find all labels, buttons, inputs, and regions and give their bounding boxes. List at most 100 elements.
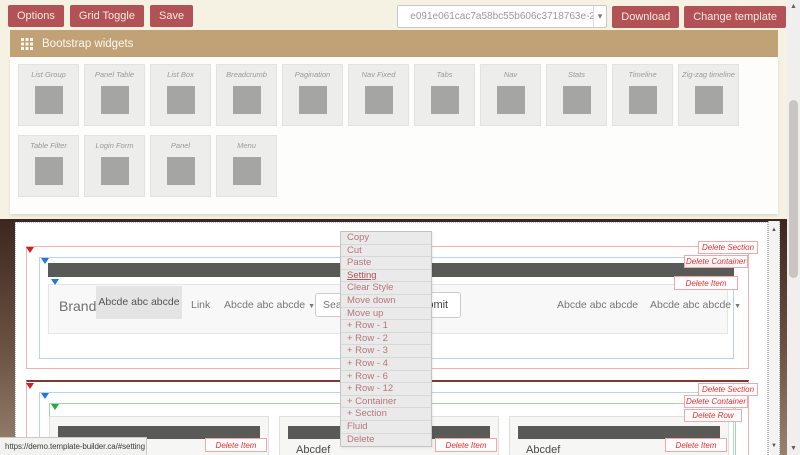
- widgets-list: List Group Panel Table List Box Breadcrumb P…: [10, 57, 778, 214]
- menu-item-paste[interactable]: Paste: [341, 257, 431, 270]
- status-url: https://demo.template-builder.ca/#settin…: [5, 442, 145, 451]
- menu-item-container[interactable]: + Container: [341, 396, 431, 409]
- menu-item-setting[interactable]: Setting: [341, 270, 431, 283]
- column-text: Abcdef: [526, 444, 560, 455]
- delete-container-button[interactable]: Delete Container: [684, 395, 748, 408]
- delete-item-button[interactable]: Delete Item: [674, 276, 738, 290]
- scrollbar-thumb[interactable]: [789, 100, 798, 278]
- menu-item-copy[interactable]: Copy: [341, 232, 431, 245]
- menu-item-row-12[interactable]: + Row - 12: [341, 383, 431, 396]
- scroll-up-icon[interactable]: ▲: [787, 0, 800, 13]
- widget-thumbnail: [233, 157, 261, 185]
- column-text: Abcdef: [296, 444, 330, 455]
- widget-thumbnail: [101, 157, 129, 185]
- widget-label: Breadcrumb: [226, 70, 267, 79]
- widget-label: Panel: [171, 141, 190, 150]
- widget-card-panel[interactable]: Panel: [150, 135, 211, 197]
- menu-item-row-2[interactable]: + Row - 2: [341, 333, 431, 346]
- widget-label: Pagination: [295, 70, 330, 79]
- widget-thumbnail: [35, 157, 63, 185]
- menu-item-clear-style[interactable]: Clear Style: [341, 282, 431, 295]
- widget-card-table-filter[interactable]: Table Filter: [18, 135, 79, 197]
- widget-card-breadcrumb[interactable]: Breadcrumb: [216, 64, 277, 126]
- navbar-dropdown-1[interactable]: Abcde abc abcde▼: [224, 299, 315, 311]
- browser-scrollbar[interactable]: ▲ ▼: [787, 0, 800, 455]
- delete-section-button[interactable]: Delete Section: [698, 241, 758, 254]
- menu-item-move-down[interactable]: Move down: [341, 295, 431, 308]
- widget-card-login-form[interactable]: Login Form: [84, 135, 145, 197]
- container-handle-icon[interactable]: [41, 258, 49, 264]
- menu-item-move-up[interactable]: Move up: [341, 308, 431, 321]
- widget-label: Nav: [504, 70, 517, 79]
- row-handle-icon[interactable]: [51, 404, 59, 410]
- toolbar-left: Options Grid Toggle Save: [8, 5, 193, 27]
- options-button[interactable]: Options: [8, 5, 64, 27]
- menu-item-row-1[interactable]: + Row - 1: [341, 320, 431, 333]
- widget-card-list-box[interactable]: List Box: [150, 64, 211, 126]
- grid-toggle-button[interactable]: Grid Toggle: [70, 5, 144, 27]
- widget-thumbnail: [497, 86, 525, 114]
- widget-label: List Group: [31, 70, 66, 79]
- navbar-item-active[interactable]: Abcde abc abcde: [96, 286, 182, 319]
- delete-item-button[interactable]: Delete Item: [665, 438, 727, 452]
- caret-down-icon: ▼: [734, 303, 741, 310]
- delete-item-button[interactable]: Delete Item: [435, 438, 497, 452]
- context-menu: CopyCutPasteSettingClear StyleMove downM…: [340, 231, 432, 447]
- download-button[interactable]: Download: [612, 6, 679, 28]
- widgets-panel-title: Bootstrap widgets: [42, 38, 133, 50]
- widget-card-pagination[interactable]: Pagination: [282, 64, 343, 126]
- menu-item-section[interactable]: + Section: [341, 408, 431, 421]
- menu-item-row-6[interactable]: + Row - 6: [341, 371, 431, 384]
- widget-label: Zig-zag timeline: [682, 70, 735, 79]
- widget-thumbnail: [101, 86, 129, 114]
- delete-row-button[interactable]: Delete Row: [684, 409, 742, 422]
- widget-card-panel-table[interactable]: Panel Table: [84, 64, 145, 126]
- delete-container-button[interactable]: Delete Container: [684, 255, 748, 268]
- container-handle-icon[interactable]: [41, 393, 49, 399]
- template-select[interactable]: e091e061cac7a58bc55b606c3718763e-2019-03…: [397, 5, 607, 28]
- widget-thumbnail: [695, 86, 723, 114]
- navbar-dropdown-2[interactable]: Abcde abc abcde▼: [650, 299, 741, 311]
- menu-item-fluid[interactable]: Fluid: [341, 421, 431, 434]
- section-handle-icon[interactable]: [26, 383, 34, 389]
- section-handle-icon[interactable]: [26, 247, 34, 253]
- widget-label: Panel Table: [95, 70, 134, 79]
- widgets-panel-header: Bootstrap widgets: [10, 30, 778, 57]
- widget-card-menu[interactable]: Menu: [216, 135, 277, 197]
- menu-item-delete[interactable]: Delete: [341, 434, 431, 447]
- chevron-down-icon: ▾: [593, 6, 607, 27]
- widget-card-timeline[interactable]: Timeline: [612, 64, 673, 126]
- template-builder-app: { "toolbar": { "options": "Options", "gr…: [0, 0, 800, 455]
- menu-item-row-3[interactable]: + Row - 3: [341, 345, 431, 358]
- widget-card-nav-fixed[interactable]: Nav Fixed: [348, 64, 409, 126]
- scroll-down-icon[interactable]: ▼: [787, 442, 800, 455]
- widget-thumbnail: [629, 86, 657, 114]
- widget-thumbnail: [299, 86, 327, 114]
- widget-label: Nav Fixed: [362, 70, 396, 79]
- navbar-link[interactable]: Link: [191, 299, 210, 311]
- menu-item-row-4[interactable]: + Row - 4: [341, 358, 431, 371]
- widget-label: List Box: [167, 70, 194, 79]
- widget-card-zig-zag-timeline[interactable]: Zig-zag timeline: [678, 64, 739, 126]
- widget-card-stats[interactable]: Stats: [546, 64, 607, 126]
- status-url-tooltip: https://demo.template-builder.ca/#settin…: [0, 437, 147, 455]
- widget-thumbnail: [365, 86, 393, 114]
- canvas-scrollbar[interactable]: ▲ ▼: [768, 221, 780, 455]
- item-handle-icon[interactable]: [51, 279, 59, 285]
- navbar-item-right[interactable]: Abcde abc abcde: [557, 299, 638, 311]
- scroll-down-icon[interactable]: ▼: [769, 441, 779, 451]
- save-button[interactable]: Save: [150, 5, 193, 27]
- widget-thumbnail: [233, 86, 261, 114]
- change-template-button[interactable]: Change template: [684, 6, 786, 28]
- widget-thumbnail: [167, 86, 195, 114]
- widget-card-tabs[interactable]: Tabs: [414, 64, 475, 126]
- widget-card-nav[interactable]: Nav: [480, 64, 541, 126]
- widget-label: Tabs: [437, 70, 453, 79]
- navbar-brand[interactable]: Brand: [59, 298, 96, 314]
- menu-item-cut[interactable]: Cut: [341, 245, 431, 258]
- template-select-value: e091e061cac7a58bc55b606c3718763e-2019-03…: [398, 11, 592, 22]
- widget-label: Login Form: [96, 141, 134, 150]
- scroll-up-icon[interactable]: ▲: [769, 225, 779, 235]
- widget-card-list-group[interactable]: List Group: [18, 64, 79, 126]
- delete-item-button[interactable]: Delete Item: [205, 438, 267, 452]
